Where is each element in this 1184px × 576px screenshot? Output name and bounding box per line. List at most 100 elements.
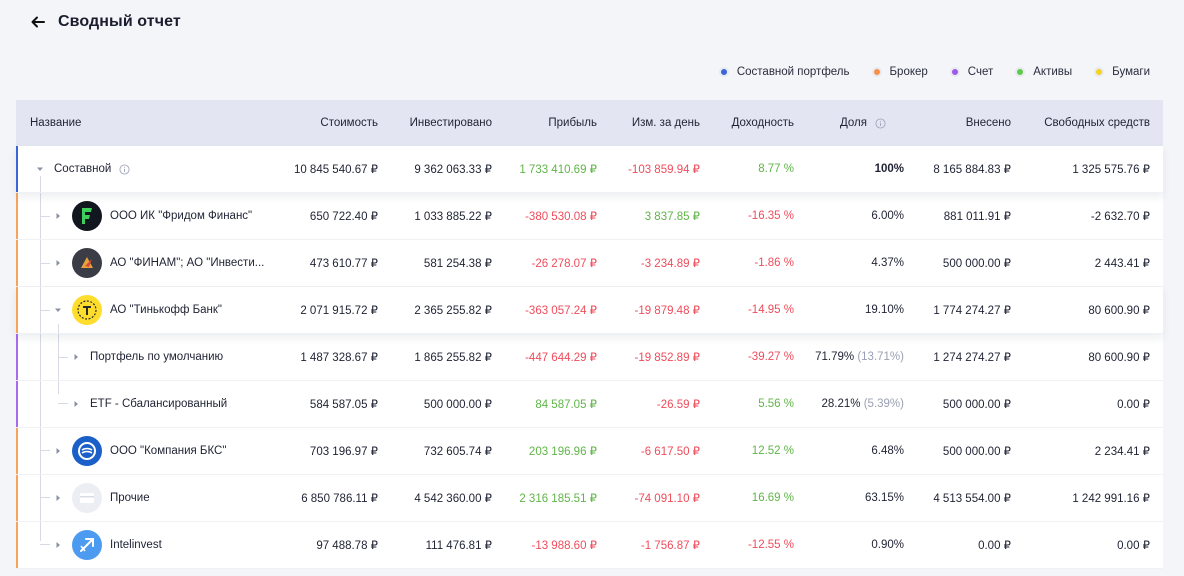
table-body: Составной 10 845 540.67 ₽ 9 362 063.33 ₽… [16, 146, 1163, 569]
column-header-free-funds[interactable]: Свободных средств [1011, 117, 1150, 129]
day-change-cell: -26.59 ₽ [656, 399, 700, 411]
table-row-default-portfolio[interactable]: Портфель по умолчанию 1 487 328.67 ₽ 1 8… [16, 334, 1163, 381]
share-cell: 71.79% (13.71%) [794, 351, 904, 363]
day-change-cell: -6 617.50 ₽ [640, 446, 700, 458]
yield-cell: -12.55 % [747, 539, 794, 551]
free-funds-cell: 1 242 991.16 ₽ [1072, 493, 1150, 505]
table-row-other[interactable]: Прочие 6 850 786.11 ₽ 4 542 360.00 ₽ 2 3… [16, 475, 1163, 522]
day-change-cell: -103 859.94 ₽ [628, 164, 700, 176]
free-funds-cell: 80 600.90 ₽ [1088, 305, 1150, 317]
row-name: Портфель по умолчанию [90, 351, 224, 363]
table-row-composite[interactable]: Составной 10 845 540.67 ₽ 9 362 063.33 ₽… [16, 146, 1163, 193]
info-icon[interactable] [875, 117, 886, 129]
invested-cell: 1 865 255.82 ₽ [414, 352, 492, 364]
row-name-cell: АО "ФИНАМ"; АО "Инвести... [16, 248, 266, 278]
profit-cell: -363 057.24 ₽ [525, 305, 597, 317]
caret-down-icon[interactable] [36, 165, 44, 173]
back-arrow-icon[interactable] [30, 14, 46, 30]
share-cell: 63.15% [864, 492, 904, 504]
caret-right-icon[interactable] [54, 212, 62, 220]
column-header-name[interactable]: Название [16, 117, 266, 129]
table-row-intelinvest[interactable]: Intelinvest 97 488.78 ₽ 111 476.81 ₽ -13… [16, 522, 1163, 569]
caret-right-icon[interactable] [72, 400, 80, 408]
profit-cell: 84 587.05 ₽ [535, 399, 597, 411]
column-header-yield[interactable]: Доходность [700, 117, 794, 129]
invested-cell: 732 605.74 ₽ [423, 446, 492, 458]
row-name-cell: Прочие [16, 483, 266, 513]
share-value: 71.79% [815, 351, 855, 363]
legend-dot-icon [1094, 67, 1105, 77]
column-header-day-change[interactable]: Изм. за день [597, 117, 700, 129]
legend-item-composite: Составной портфель [718, 66, 850, 78]
cost-cell: 473 610.77 ₽ [309, 258, 378, 270]
column-header-profit[interactable]: Прибыль [492, 117, 597, 129]
row-name-cell: Составной [16, 163, 266, 175]
caret-down-icon[interactable] [54, 306, 62, 314]
caret-right-icon[interactable] [72, 353, 80, 361]
invested-cell: 111 476.81 ₽ [425, 540, 492, 552]
caret-right-icon[interactable] [54, 541, 62, 549]
deposited-cell: 8 165 884.83 ₽ [933, 164, 1011, 176]
legend-label: Активы [1033, 66, 1073, 78]
caret-right-icon[interactable] [54, 494, 62, 502]
legend-item-broker: Брокер [871, 66, 928, 78]
tinkoff-logo-icon [72, 295, 102, 325]
other-placeholder-icon [72, 483, 102, 513]
share-cell: 6.00% [871, 210, 904, 222]
row-name: Составной [54, 163, 112, 175]
profit-cell: -26 278.07 ₽ [531, 258, 597, 270]
row-name: ООО "Компания БКС" [110, 445, 227, 457]
row-name: Прочие [110, 492, 150, 504]
column-header-cost[interactable]: Стоимость [266, 117, 378, 129]
caret-right-icon[interactable] [54, 259, 62, 267]
legend-label: Брокер [889, 66, 928, 78]
share-cell: 19.10% [864, 304, 904, 316]
cost-cell: 6 850 786.11 ₽ [301, 493, 378, 505]
bks-logo-icon [72, 436, 102, 466]
legend-item-securities: Бумаги [1094, 66, 1150, 78]
deposited-cell: 1 774 274.27 ₽ [933, 305, 1011, 317]
day-change-cell: -74 091.10 ₽ [634, 493, 700, 505]
share-cell: 6.48% [871, 445, 904, 457]
column-header-invested[interactable]: Инвестировано [378, 117, 492, 129]
table-row-etf-balanced[interactable]: ETF - Сбалансированный 584 587.05 ₽ 500 … [16, 381, 1163, 428]
legend-label: Бумаги [1112, 66, 1150, 78]
row-name: ООО ИК "Фридом Финанс" [110, 210, 253, 222]
deposited-cell: 500 000.00 ₽ [942, 446, 1011, 458]
day-change-cell: 3 837.85 ₽ [644, 211, 700, 223]
freedom-logo-icon [72, 201, 102, 231]
row-name-cell: АО "Тинькофф Банк" [16, 295, 266, 325]
invested-cell: 9 362 063.33 ₽ [414, 164, 492, 176]
table-header: Название Стоимость Инвестировано Прибыль… [16, 100, 1163, 146]
invested-cell: 1 033 885.22 ₽ [414, 211, 492, 223]
cost-cell: 1 487 328.67 ₽ [300, 352, 378, 364]
yield-cell: -16.35 % [747, 210, 794, 222]
table-row-freedom[interactable]: ООО ИК "Фридом Финанс" 650 722.40 ₽ 1 03… [16, 193, 1163, 240]
yield-cell: 12.52 % [751, 445, 794, 457]
info-icon[interactable] [119, 163, 130, 175]
table-row-tinkoff[interactable]: АО "Тинькофф Банк" 2 071 915.72 ₽ 2 365 … [16, 287, 1163, 334]
legend-dot-icon [718, 67, 729, 77]
column-header-share[interactable]: Доля [794, 117, 904, 129]
summary-table: Название Стоимость Инвестировано Прибыль… [16, 100, 1163, 569]
yield-cell: 16.69 % [751, 492, 794, 504]
profit-cell: 203 196.96 ₽ [528, 446, 597, 458]
column-header-share-label: Доля [840, 117, 867, 129]
table-row-finam[interactable]: АО "ФИНАМ"; АО "Инвести... 473 610.77 ₽ … [16, 240, 1163, 287]
yield-cell: -14.95 % [747, 304, 794, 316]
page-title: Сводный отчет [58, 13, 181, 30]
legend-item-assets: Активы [1015, 66, 1072, 78]
legend-label: Счет [967, 66, 994, 78]
profit-cell: -447 644.29 ₽ [525, 352, 597, 364]
yield-cell: 5.56 % [758, 398, 794, 410]
column-header-deposited[interactable]: Внесено [904, 117, 1011, 129]
free-funds-cell: 0.00 ₽ [1117, 399, 1150, 411]
yield-cell: -1.86 % [754, 257, 794, 269]
yield-cell: -39.27 % [747, 351, 794, 363]
invested-cell: 500 000.00 ₽ [423, 399, 492, 411]
free-funds-cell: -2 632.70 ₽ [1090, 211, 1150, 223]
cost-cell: 97 488.78 ₽ [316, 540, 378, 552]
day-change-cell: -19 852.89 ₽ [634, 352, 700, 364]
caret-right-icon[interactable] [54, 447, 62, 455]
table-row-bks[interactable]: ООО "Компания БКС" 703 196.97 ₽ 732 605.… [16, 428, 1163, 475]
